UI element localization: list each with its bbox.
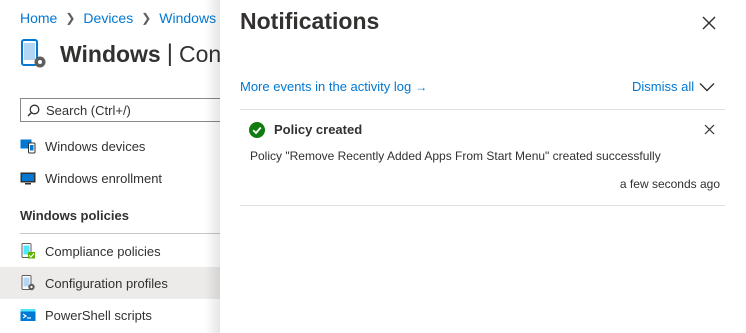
success-check-icon bbox=[249, 122, 265, 138]
page-title: Windows bbox=[60, 40, 161, 67]
sidebar-item-label: Windows enrollment bbox=[45, 170, 163, 186]
panel-title: Notifications bbox=[240, 8, 380, 34]
page-header: Windows | Con bbox=[20, 38, 221, 70]
compliance-policies-icon bbox=[20, 243, 36, 259]
notification-timestamp: a few seconds ago bbox=[619, 177, 720, 191]
title-separator: | bbox=[166, 40, 173, 67]
notification-title: Policy created bbox=[274, 122, 363, 137]
breadcrumb-devices[interactable]: Devices bbox=[83, 10, 133, 26]
sidebar-item-compliance-policies[interactable]: Compliance policies bbox=[0, 235, 220, 267]
notification-item: Policy created Policy "Remove Recently A… bbox=[240, 110, 725, 205]
powershell-scripts-icon bbox=[20, 307, 36, 323]
close-icon bbox=[704, 124, 714, 134]
divider bbox=[240, 205, 725, 206]
sidebar-item-label: PowerShell scripts bbox=[45, 307, 152, 323]
sidebar-item-powershell-scripts[interactable]: PowerShell scripts bbox=[0, 299, 220, 331]
configuration-profiles-icon bbox=[20, 275, 36, 291]
activity-log-link[interactable]: More events in the activity log → bbox=[240, 79, 427, 94]
close-panel-button[interactable] bbox=[698, 12, 720, 34]
dismiss-all-button[interactable]: Dismiss all bbox=[632, 79, 694, 94]
notifications-panel: Notifications More events in the activit… bbox=[220, 0, 746, 333]
section-divider bbox=[20, 233, 220, 234]
chevron-right-icon: ❯ bbox=[141, 11, 152, 25]
arrow-right-icon: → bbox=[415, 79, 428, 94]
chevron-right-icon: ❯ bbox=[65, 11, 76, 25]
panel-shadow bbox=[205, 0, 220, 333]
sidebar-item-configuration-profiles[interactable]: Configuration profiles bbox=[0, 267, 220, 299]
breadcrumb: Home ❯ Devices ❯ Windows bbox=[20, 10, 216, 26]
sidebar-item-label: Configuration profiles bbox=[45, 275, 168, 291]
windows-device-settings-icon bbox=[21, 39, 46, 68]
dismiss-notification-button[interactable] bbox=[702, 122, 716, 136]
sidebar-item-label: Windows devices bbox=[45, 138, 146, 154]
activity-log-link-label: More events in the activity log bbox=[240, 79, 412, 94]
section-title-windows-policies: Windows policies bbox=[20, 208, 129, 223]
search-input[interactable]: Search (Ctrl+/) bbox=[20, 98, 230, 122]
close-icon bbox=[702, 16, 716, 30]
sidebar-item-windows-devices[interactable]: Windows devices bbox=[0, 130, 220, 162]
sidebar-item-windows-enrollment[interactable]: Windows enrollment bbox=[0, 162, 220, 194]
collapse-button[interactable] bbox=[698, 79, 716, 95]
windows-enrollment-icon bbox=[20, 170, 36, 186]
search-placeholder: Search (Ctrl+/) bbox=[46, 102, 131, 118]
notification-message: Policy "Remove Recently Added Apps From … bbox=[250, 149, 661, 163]
breadcrumb-home[interactable]: Home bbox=[20, 10, 57, 26]
search-icon bbox=[27, 104, 40, 117]
sidebar-item-label: Compliance policies bbox=[45, 243, 161, 259]
windows-devices-icon bbox=[20, 138, 36, 154]
chevron-down-icon bbox=[699, 83, 715, 92]
